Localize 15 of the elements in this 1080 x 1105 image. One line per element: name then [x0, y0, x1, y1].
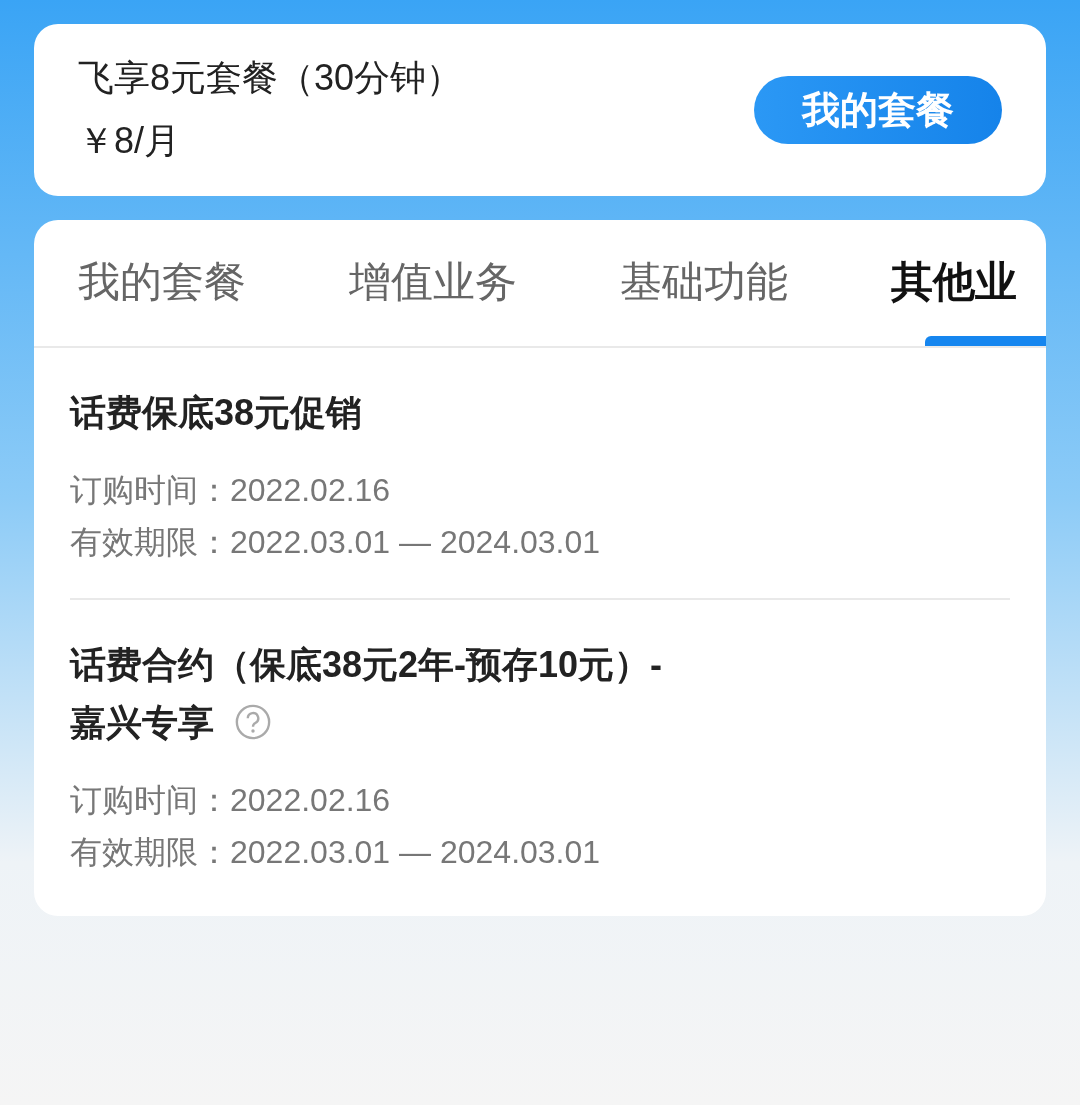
- order-date: 订购时间：2022.02.16: [70, 781, 392, 820]
- validity-period: 有效期限：2022.03.01 — 2024.03.01: [70, 523, 602, 562]
- my-plan-button[interactable]: 我的套餐: [754, 76, 1002, 144]
- tab[interactable]: 增值业务: [349, 220, 517, 346]
- service-title: 话费保底38元促销: [70, 392, 363, 433]
- help-icon[interactable]: [234, 703, 272, 741]
- tab[interactable]: 我的套餐: [78, 220, 246, 346]
- plan-name: 飞享8元套餐（30分钟）: [78, 56, 463, 100]
- tab[interactable]: 基础功能: [620, 220, 788, 346]
- plan-price: ￥8/月: [78, 119, 182, 163]
- service-title: 嘉兴专享: [70, 702, 214, 743]
- validity-period: 有效期限：2022.03.01 — 2024.03.01: [70, 833, 602, 872]
- order-date: 订购时间：2022.02.16: [70, 471, 392, 510]
- tab[interactable]: 其他业: [891, 220, 1046, 346]
- service-title: 话费合约（保底38元2年-预存10元）-: [70, 644, 663, 685]
